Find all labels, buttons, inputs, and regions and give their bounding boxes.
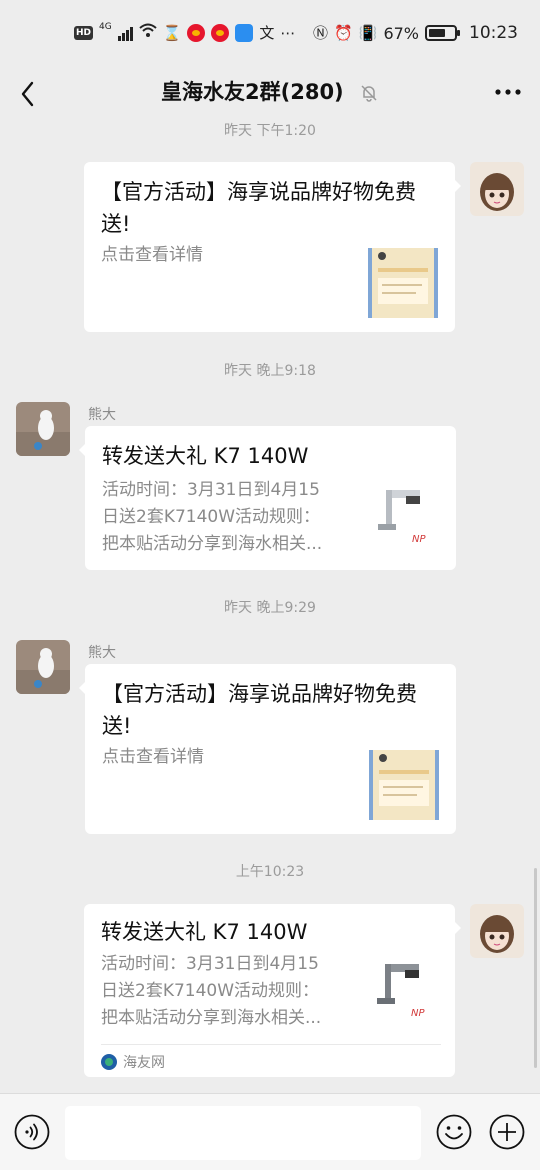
mute-bell-icon — [361, 85, 377, 102]
svg-text:NP: NP — [412, 534, 426, 545]
voice-button[interactable] — [14, 1114, 50, 1150]
more-button[interactable] — [488, 74, 528, 110]
weibo-icon — [211, 24, 230, 42]
avatar[interactable] — [470, 904, 524, 958]
card-title: 【官方活动】海享说品牌好物免费送! — [102, 682, 417, 738]
svg-text:NP: NP — [411, 1008, 425, 1019]
battery-fill — [429, 29, 445, 37]
more-notifications-icon: ⋯ — [280, 24, 296, 42]
input-bar — [0, 1093, 540, 1170]
sender-name: 熊大 — [88, 407, 116, 423]
card-thumbnail: NP — [370, 482, 440, 552]
card-title: 转发送大礼 K7 140W — [101, 920, 308, 944]
card-thumbnail: NP — [369, 956, 439, 1026]
source-name: 海友网 — [123, 1055, 165, 1071]
hd-badge: HD — [74, 26, 94, 40]
scrollbar[interactable] — [534, 868, 537, 1068]
sender-name: 熊大 — [88, 645, 116, 661]
vibrate-icon: 📳 — [358, 24, 378, 42]
card-description-line: 把本贴活动分享到海水相关... — [102, 534, 323, 554]
card-description: 点击查看详情 — [102, 747, 204, 767]
card-description: 点击查看详情 — [101, 245, 203, 265]
hourglass-icon: ⌛ — [162, 24, 182, 42]
plus-icon — [489, 1114, 525, 1150]
card-description-line: 把本贴活动分享到海水相关... — [101, 1008, 322, 1028]
timestamp: 昨天 下午1:20 — [224, 123, 316, 139]
card-thumbnail — [368, 248, 438, 318]
card-title: 转发送大礼 K7 140W — [102, 444, 309, 468]
card-thumbnail — [369, 750, 439, 820]
battery-percent: 67% — [383, 23, 419, 43]
avatar[interactable] — [470, 162, 524, 216]
message-input[interactable] — [65, 1106, 421, 1160]
card-description-line: 活动时间：3月31日到4月15 — [101, 954, 319, 974]
alarm-icon: ⏰ — [334, 24, 353, 42]
more-actions-button[interactable] — [489, 1114, 525, 1150]
more-icon — [495, 89, 521, 95]
link-card[interactable]: 【官方活动】海享说品牌好物免费送! 点击查看详情 — [84, 162, 461, 332]
link-card[interactable]: 转发送大礼 K7 140W 活动时间：3月31日到4月15 日送2套K7140W… — [84, 904, 461, 1077]
card-description-line: 活动时间：3月31日到4月15 — [102, 480, 320, 500]
link-card[interactable]: 转发送大礼 K7 140W 活动时间：3月31日到4月15 日送2套K7140W… — [79, 426, 456, 570]
card-description-line: 日送2套K7140W活动规则： — [102, 507, 321, 527]
link-card[interactable]: 【官方活动】海享说品牌好物免费送! 点击查看详情 — [79, 664, 456, 834]
card-divider — [101, 1044, 441, 1045]
status-bar: HD 4G ⌛ 文 ⋯ Ⓝ ⏰ 📳 67% 10:23 — [0, 0, 540, 64]
wifi-icon — [139, 22, 157, 44]
nfc-icon: Ⓝ — [313, 24, 329, 42]
avatar[interactable] — [16, 402, 70, 456]
timestamp: 昨天 晚上9:29 — [224, 600, 316, 616]
timestamp: 昨天 晚上9:18 — [224, 363, 316, 379]
avatar[interactable] — [16, 640, 70, 694]
card-description-line: 日送2套K7140W活动规则： — [101, 981, 320, 1001]
voice-icon — [14, 1114, 50, 1150]
battery-icon — [425, 25, 460, 41]
delivery-app-icon — [235, 24, 254, 42]
chat-title-wrap: 皇海水友2群(280) — [0, 74, 540, 110]
emoji-button[interactable] — [436, 1114, 472, 1150]
card-source: 海友网 — [101, 1052, 165, 1072]
emoji-icon — [436, 1114, 472, 1150]
timestamp: 上午10:23 — [235, 864, 305, 880]
chat-header: 皇海水友2群(280) — [0, 64, 540, 120]
status-left: HD 4G ⌛ 文 ⋯ — [74, 22, 295, 44]
translate-icon: 文 — [259, 24, 275, 42]
chat-title[interactable]: 皇海水友2群(280) — [161, 80, 344, 104]
clock: 10:23 — [469, 23, 518, 43]
source-logo-icon — [101, 1054, 117, 1070]
network-type: 4G — [99, 22, 112, 32]
weibo-icon — [187, 24, 206, 42]
status-right: Ⓝ ⏰ 📳 67% 10:23 — [313, 22, 518, 44]
card-title: 【官方活动】海享说品牌好物免费送! — [101, 180, 416, 236]
signal-icon — [117, 25, 133, 41]
